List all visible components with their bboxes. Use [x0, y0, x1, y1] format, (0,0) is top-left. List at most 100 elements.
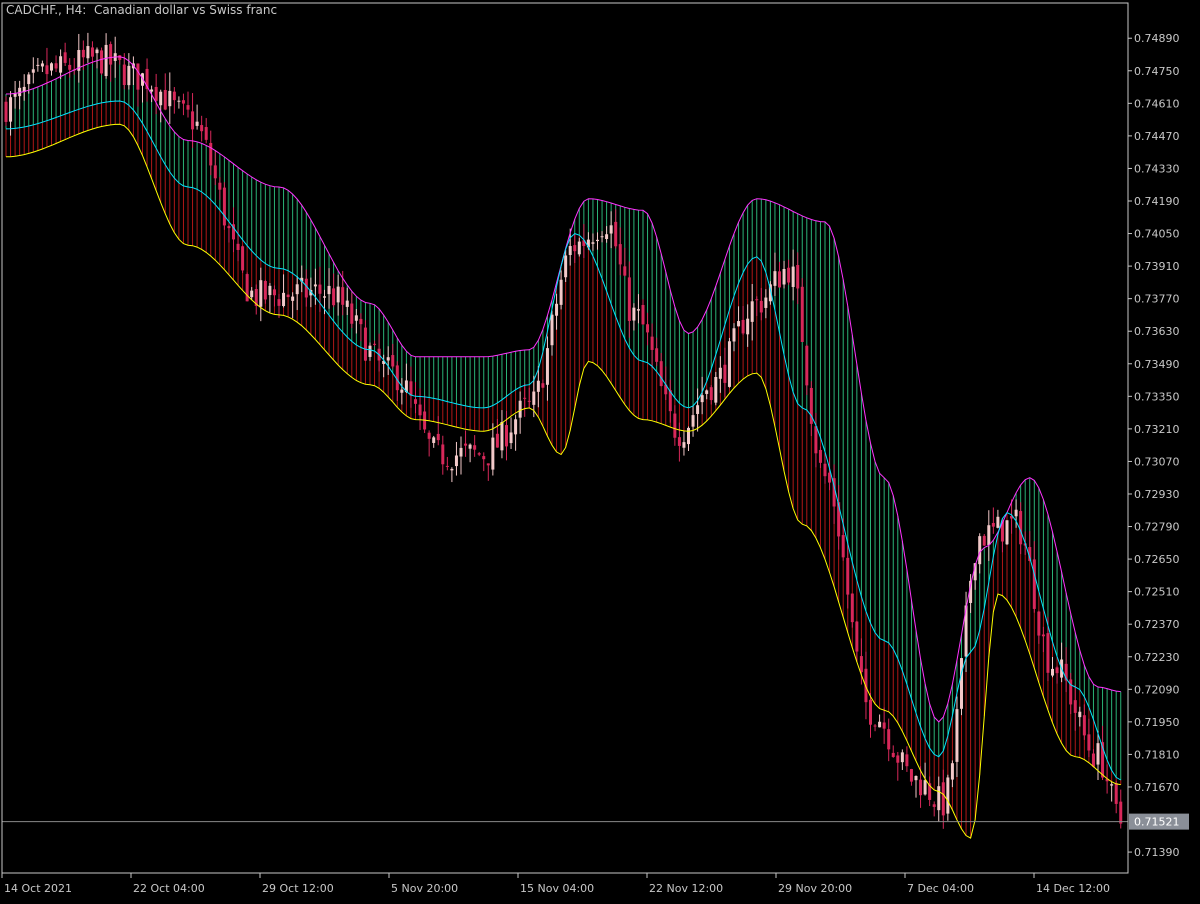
candle-body — [191, 111, 195, 130]
price-axis-label: 0.72930 — [1134, 488, 1180, 501]
candle-body — [1114, 783, 1118, 804]
candle-body — [577, 241, 581, 255]
candle-body — [818, 449, 822, 463]
candle-body — [800, 286, 804, 342]
candle-body — [559, 279, 563, 305]
candle-body — [718, 367, 722, 379]
candle-body — [109, 44, 113, 65]
candle-body — [700, 395, 704, 403]
candle-body — [450, 468, 454, 471]
candle-body — [787, 267, 791, 283]
candle-body — [104, 44, 108, 77]
plot-border — [1, 2, 1129, 874]
candle-body — [163, 89, 167, 110]
candle-body — [486, 463, 490, 466]
candle-body — [1082, 715, 1086, 736]
candle-body — [641, 304, 645, 325]
candle-body — [27, 74, 31, 85]
price-axis-label: 0.72790 — [1134, 521, 1180, 534]
candle-body — [441, 444, 445, 465]
candle-body — [213, 165, 217, 179]
candle-body — [59, 56, 63, 73]
candle-body — [755, 299, 759, 301]
candle-body — [313, 284, 317, 287]
candle-body — [841, 535, 845, 558]
time-axis-label: 22 Oct 04:00 — [133, 882, 205, 895]
chart-canvas[interactable]: 0.74890 0.74750 0.74610 0.74470 0.74330 0.741… — [0, 0, 1200, 900]
candle-body — [618, 244, 622, 265]
candle-body — [746, 318, 750, 335]
candle-body — [1032, 559, 1036, 609]
candle-body — [95, 49, 99, 54]
chart-area[interactable]: 0.74890 0.74750 0.74610 0.74470 0.74330 0.741… — [0, 0, 1200, 900]
candle-body — [509, 432, 513, 444]
candle-body — [505, 425, 508, 447]
candle-body — [905, 754, 909, 767]
candle-body — [541, 383, 545, 388]
candle-body — [791, 266, 795, 287]
candle-body — [536, 380, 540, 392]
candle-body — [623, 266, 627, 276]
candle-body — [696, 405, 700, 414]
candle-body — [1119, 801, 1123, 824]
candle-body — [454, 455, 458, 467]
candle-body — [632, 307, 636, 321]
candle-body — [31, 69, 35, 73]
candle-body — [545, 348, 549, 385]
candle-body — [946, 777, 950, 814]
candle-body — [591, 242, 595, 244]
price-axis-label: 0.73350 — [1134, 390, 1180, 403]
candle-body — [850, 593, 854, 623]
candle-body — [259, 280, 263, 307]
candle-body — [1037, 611, 1041, 636]
price-axis-label: 0.72510 — [1134, 586, 1180, 599]
candle-body — [400, 389, 404, 393]
candle-body — [222, 187, 226, 226]
candle-body — [555, 303, 559, 316]
candle-body — [709, 387, 713, 401]
candle-body — [1078, 711, 1082, 718]
price-axis-label: 0.74610 — [1134, 97, 1180, 110]
candle-body — [186, 105, 190, 110]
candle-body — [887, 729, 891, 750]
candle-body — [737, 321, 741, 327]
indicator-line-0 — [5, 56, 1121, 723]
candle-body — [500, 422, 504, 451]
candle-body — [837, 502, 841, 537]
candle-body — [154, 86, 158, 101]
candle-body — [327, 285, 331, 295]
price-axis-label: 0.73630 — [1134, 325, 1180, 338]
candle-body — [1091, 753, 1095, 767]
candle-body — [90, 47, 94, 57]
candle-body — [1005, 520, 1009, 545]
candle-body — [527, 400, 531, 402]
candle-body — [900, 752, 904, 763]
candle-body — [759, 300, 763, 313]
candle-body — [941, 782, 945, 816]
candle-body — [655, 348, 659, 362]
current-price-label: 0.71521 — [1134, 816, 1180, 829]
candle-body — [181, 100, 185, 104]
candle-body — [955, 709, 959, 762]
candle-body — [373, 343, 377, 345]
candle-body — [263, 280, 267, 300]
candle-body — [682, 442, 686, 448]
price-axis-label: 0.74470 — [1134, 130, 1180, 143]
candle-body — [687, 427, 690, 445]
candle-body — [960, 658, 963, 709]
candle-body — [304, 278, 308, 298]
indicator-line-2 — [5, 123, 1121, 839]
price-axis-label: 0.73910 — [1134, 260, 1180, 273]
candle-body — [1046, 633, 1050, 673]
price-axis-label: 0.71810 — [1134, 748, 1180, 761]
candle-body — [518, 400, 522, 418]
candle-body — [982, 535, 986, 546]
candle-body — [923, 780, 927, 795]
time-axis-label: 15 Nov 04:00 — [520, 882, 594, 895]
candle-body — [523, 397, 527, 399]
candle-body — [764, 297, 768, 308]
time-axis-label: 7 Dec 04:00 — [907, 882, 974, 895]
candle-body — [891, 752, 895, 757]
candle-body — [127, 65, 131, 86]
candle-body — [564, 255, 568, 278]
